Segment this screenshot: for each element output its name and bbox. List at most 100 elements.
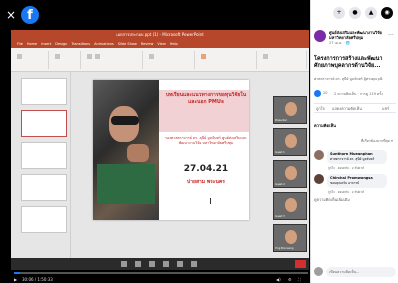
text-cursor xyxy=(210,198,214,204)
account-icon[interactable]: ◉ xyxy=(381,7,393,19)
reaction-count: 20 xyxy=(323,91,328,95)
more-options-icon[interactable]: ··· xyxy=(388,32,394,39)
facebook-top-bar: + ● ▲ ◉ xyxy=(311,0,398,24)
comment-sort-dropdown[interactable]: ที่เกี่ยวข้องมากที่สุด ▾ xyxy=(361,138,393,144)
engagement-stats: 2 ความคิดเห็น · การดู 119 ครั้ง xyxy=(334,92,383,96)
participant-avatar xyxy=(285,166,297,180)
slide-photo xyxy=(93,80,159,220)
record-icon[interactable] xyxy=(191,261,197,267)
paste-icon xyxy=(17,54,22,59)
speaker-notes[interactable] xyxy=(71,228,271,258)
ppt-workspace: บทเรียนและแนวทางการขอทุนวิจัยในและนอก PM… xyxy=(11,72,309,258)
slide-time: บ่ายสาม พระนคร xyxy=(187,179,225,185)
share-button[interactable]: แชร์ xyxy=(382,106,389,112)
video-player[interactable]: × f เอกสารประกอบ ppt (1) - Microsoft Pow… xyxy=(0,0,310,283)
ppt-window-title: เอกสารประกอบ ppt (1) - Microsoft PowerPo… xyxy=(11,30,309,40)
commenter-name[interactable]: Sunthorn Mueanphon xyxy=(330,152,373,156)
comment-button[interactable]: แสดงความคิดเห็น xyxy=(332,106,362,112)
play-icon[interactable]: ▶ xyxy=(14,276,17,283)
slide-thumbnail[interactable] xyxy=(21,78,67,105)
post-body: ศาสตราจารย์ ดร. สุนีย์ มูลจันทร์ ผู้ทรงค… xyxy=(314,77,383,81)
commenter-avatar[interactable] xyxy=(314,150,324,160)
video-progress-fill xyxy=(14,272,20,274)
comment-text: ศาสตราจารย์ ดร. สุนีย์ มูลจันทร์ xyxy=(330,157,375,161)
volume-icon[interactable]: ◀) xyxy=(276,276,281,283)
ribbon-tab-design[interactable]: Design xyxy=(55,40,67,48)
slide-thumbnail[interactable] xyxy=(21,142,67,169)
ppt-ribbon: File Home Insert Design Transitions Animation… xyxy=(11,40,309,48)
notifications-icon[interactable]: ▲ xyxy=(365,7,377,19)
current-slide: บทเรียนและแนวทางการขอทุนวิจัยในและนอก PM… xyxy=(93,80,249,220)
new-slide-icon xyxy=(55,54,60,59)
ribbon-tab-slide-show[interactable]: Slide Show xyxy=(118,40,137,48)
font-group xyxy=(83,51,143,69)
like-reaction-icon xyxy=(314,90,321,97)
photo-hand xyxy=(127,144,149,162)
fullscreen-icon[interactable]: ⛶ xyxy=(298,276,301,283)
ribbon-tab-view[interactable]: View xyxy=(157,40,165,48)
webcam-tile: Ying Boonsong xyxy=(273,224,307,252)
commenter-name[interactable]: Chirchai Promwongsa xyxy=(330,176,373,180)
mic-icon[interactable] xyxy=(121,261,127,267)
ribbon-tab-help[interactable]: Help xyxy=(170,40,178,48)
ribbon-tab-file[interactable]: File xyxy=(17,40,23,48)
participant-avatar xyxy=(285,230,297,244)
video-controls: ▶ 30:06 / 1:50:33 ◀) ⚙ ⛶ xyxy=(14,276,308,283)
participant-webcams: Presenter Guest 1 Guest 2 Guest 3 Ying B… xyxy=(273,96,307,256)
post-timestamp[interactable]: 27 เม.ย. · 🌐 xyxy=(329,40,350,46)
comment-meta[interactable]: ถูกใจ · ตอบกลับ · 2 สัปดาห์ xyxy=(328,190,364,195)
post-side-panel: + ● ▲ ◉ ศูนย์ส่งเสริมและพัฒนางานวิจัย มห… xyxy=(310,0,398,283)
webcam-name: Guest 1 xyxy=(275,151,285,154)
drawing-group xyxy=(197,51,257,69)
slide-date: 27.04.21 xyxy=(183,164,229,174)
reaction-summary[interactable]: 20 2 ความคิดเห็น · การดู 119 ครั้ง xyxy=(314,90,396,98)
participant-avatar xyxy=(285,198,297,212)
create-icon[interactable]: + xyxy=(333,7,345,19)
like-button[interactable]: ถูกใจ xyxy=(316,106,325,112)
share-screen-icon[interactable] xyxy=(149,261,155,267)
slide-title: บทเรียนและแนวทางการขอทุนวิจัยในและนอก PM… xyxy=(165,92,247,105)
slide-thumbnail[interactable] xyxy=(21,110,67,137)
comment-text: ขอบคุณครับ อาจารย์ xyxy=(330,181,360,185)
webcam-tile: Guest 2 xyxy=(273,160,307,188)
ribbon-tab-home[interactable]: Home xyxy=(27,40,37,48)
facebook-video-viewer: × f เอกสารประกอบ ppt (1) - Microsoft Pow… xyxy=(0,0,398,283)
ribbon-tab-animations[interactable]: Animations xyxy=(94,40,114,48)
page-avatar[interactable] xyxy=(314,30,326,42)
ribbon-tab-transitions[interactable]: Transitions xyxy=(71,40,90,48)
video-time: 30:06 / 1:50:33 xyxy=(22,277,53,282)
shapes-icon xyxy=(201,54,206,59)
comment-input[interactable]: เขียนความคิดเห็น... xyxy=(326,267,396,277)
post-actions: ถูกใจ แสดงความคิดเห็น แชร์ xyxy=(314,103,396,113)
page-name[interactable]: ศูนย์ส่งเสริมและพัฒนางานวิจัย มหาวิทยาลั… xyxy=(329,30,389,40)
camera-icon[interactable] xyxy=(135,261,141,267)
video-progress-bar[interactable] xyxy=(14,272,308,274)
messenger-icon[interactable]: ● xyxy=(349,7,361,19)
facebook-logo[interactable]: f xyxy=(21,6,39,24)
shared-powerpoint-window: เอกสารประกอบ ppt (1) - Microsoft PowerPo… xyxy=(11,30,309,270)
commenter-avatar[interactable] xyxy=(314,174,324,184)
comment-meta[interactable]: ถูกใจ · ตอบกลับ · 2 สัปดาห์ xyxy=(328,166,364,171)
participant-avatar xyxy=(285,102,297,116)
slide-thumbnail[interactable] xyxy=(21,174,67,201)
ribbon-tab-insert[interactable]: Insert xyxy=(41,40,51,48)
close-icon[interactable]: × xyxy=(4,8,18,22)
webcam-name: Guest 3 xyxy=(275,215,285,218)
more-comments-link[interactable]: ดูความคิดเห็นเพิ่มเติม xyxy=(314,197,350,203)
post-title: โครงการการสร้างและพัฒนาศักยภาพบุคลากรด้า… xyxy=(314,56,383,69)
participant-avatar xyxy=(285,134,297,148)
find-icon xyxy=(263,54,268,59)
slide-thumbnail[interactable] xyxy=(21,206,67,233)
ribbon-tab-review[interactable]: Review xyxy=(141,40,154,48)
settings-icon[interactable]: ⚙ xyxy=(288,276,292,283)
participants-icon[interactable] xyxy=(177,261,183,267)
photo-goggles xyxy=(111,116,139,125)
photo-circuit-board xyxy=(97,164,155,204)
comments-heading: ความคิดเห็น xyxy=(314,123,336,128)
comment-composer: เขียนความคิดเห็น... xyxy=(314,266,396,278)
end-meeting-button[interactable] xyxy=(295,260,306,268)
meeting-toolbar xyxy=(11,258,309,270)
chat-icon[interactable] xyxy=(163,261,169,267)
webcam-name: Ying Boonsong xyxy=(275,247,294,250)
user-avatar xyxy=(314,267,323,276)
